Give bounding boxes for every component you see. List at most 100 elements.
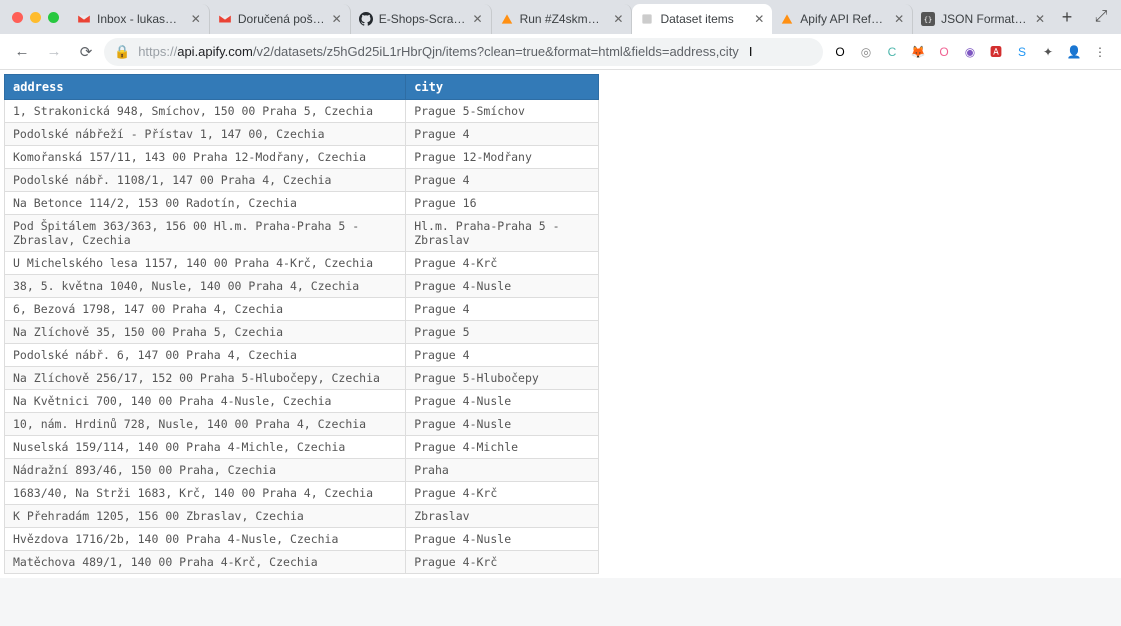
url-text: https://api.apify.com/v2/datasets/z5hGd2… [138,44,739,59]
table-cell: Na Zlíchově 256/17, 152 00 Praha 5-Hlubo… [5,367,406,390]
table-cell: 38, 5. května 1040, Nusle, 140 00 Praha … [5,275,406,298]
browser-tab[interactable]: Dataset items ✕ [632,4,772,34]
tabs-container: Inbox - lukas@ap✕Doručená pošta -✕E-Shop… [69,0,1053,34]
table-cell: U Michelského lesa 1157, 140 00 Praha 4-… [5,252,406,275]
table-row: 38, 5. května 1040, Nusle, 140 00 Praha … [5,275,599,298]
tab-title: Doručená pošta - [238,12,326,26]
tab-favicon: {} [921,12,935,26]
table-row: Pod Špitálem 363/363, 156 00 Hl.m. Praha… [5,215,599,252]
expand-window-button[interactable]: ⤢ [1081,8,1121,26]
minimize-window-button[interactable] [30,12,41,23]
table-cell: 1, Strakonická 948, Smíchov, 150 00 Prah… [5,100,406,123]
tab-close-button[interactable]: ✕ [1035,12,1045,26]
table-cell: Prague 4-Nusle [406,528,599,551]
tab-favicon [640,12,654,26]
close-window-button[interactable] [12,12,23,23]
extension-icon[interactable]: ✦ [1039,43,1057,61]
extension-icon[interactable]: C [883,43,901,61]
tab-favicon [218,12,232,26]
table-cell: Prague 4-Nusle [406,390,599,413]
browser-tab[interactable]: Apify API Referen ✕ [772,4,913,34]
table-cell: Prague 4-Krč [406,551,599,574]
tab-title: Run #Z4skmWAS [520,12,608,26]
address-bar[interactable]: 🔒 https://api.apify.com/v2/datasets/z5hG… [104,38,823,66]
table-row: Na Betonce 114/2, 153 00 Radotín, Czechi… [5,192,599,215]
extension-icon[interactable]: O [935,43,953,61]
table-cell: Podolské nábř. 6, 147 00 Praha 4, Czechi… [5,344,406,367]
table-row: 6, Bezová 1798, 147 00 Praha 4, CzechiaP… [5,298,599,321]
table-row: U Michelského lesa 1157, 140 00 Praha 4-… [5,252,599,275]
table-row: Hvězdova 1716/2b, 140 00 Praha 4-Nusle, … [5,528,599,551]
table-cell: Podolské nábř. 1108/1, 147 00 Praha 4, C… [5,169,406,192]
tab-title: Inbox - lukas@ap [97,12,185,26]
table-cell: Prague 16 [406,192,599,215]
table-cell: 6, Bezová 1798, 147 00 Praha 4, Czechia [5,298,406,321]
browser-tab[interactable]: {} JSON Formatter - ✕ [913,4,1053,34]
table-cell: Hl.m. Praha-Praha 5 - Zbraslav [406,215,599,252]
table-cell: Prague 4 [406,298,599,321]
table-cell: 1683/40, Na Strži 1683, Krč, 140 00 Prah… [5,482,406,505]
table-cell: Prague 5-Smíchov [406,100,599,123]
tab-title: JSON Formatter - [941,12,1029,26]
tab-close-button[interactable]: ✕ [894,12,904,26]
table-cell: Prague 5 [406,321,599,344]
tab-title: Dataset items [660,12,748,26]
tab-favicon [77,12,91,26]
toolbar: ← → ⟳ 🔒 https://api.apify.com/v2/dataset… [0,34,1121,70]
page-content: addresscity 1, Strakonická 948, Smíchov,… [0,70,1121,578]
table-row: 1683/40, Na Strži 1683, Krč, 140 00 Prah… [5,482,599,505]
extension-icon[interactable]: 🦊 [909,43,927,61]
table-cell: K Přehradám 1205, 156 00 Zbraslav, Czech… [5,505,406,528]
tab-favicon [359,12,373,26]
table-row: 10, nám. Hrdinů 728, Nusle, 140 00 Praha… [5,413,599,436]
table-cell: Prague 4-Krč [406,252,599,275]
browser-tab[interactable]: Run #Z4skmWAS ✕ [492,4,633,34]
table-cell: Na Zlíchově 35, 150 00 Praha 5, Czechia [5,321,406,344]
table-cell: Zbraslav [406,505,599,528]
lock-icon: 🔒 [114,44,130,60]
table-cell: Prague 4-Nusle [406,413,599,436]
browser-tab[interactable]: Doručená pošta - ✕ [210,4,351,34]
back-button[interactable]: ← [8,38,36,66]
tab-favicon [780,12,794,26]
extension-icon[interactable]: ◎ [857,43,875,61]
extension-icon[interactable]: O [831,43,849,61]
extension-icons: O ◎ C 🦊 O ◉ 🅰 S ✦ 👤 ⋮ [827,43,1113,61]
table-row: Podolské nábř. 6, 147 00 Praha 4, Czechi… [5,344,599,367]
extension-icon[interactable]: ⋮ [1091,43,1109,61]
table-row: 1, Strakonická 948, Smíchov, 150 00 Prah… [5,100,599,123]
dataset-table: addresscity 1, Strakonická 948, Smíchov,… [4,74,599,574]
table-cell: Prague 4 [406,123,599,146]
tab-close-button[interactable]: ✕ [754,12,764,26]
forward-button[interactable]: → [40,38,68,66]
extension-icon[interactable]: 👤 [1065,43,1083,61]
extension-icon[interactable]: ◉ [961,43,979,61]
table-cell: Prague 5-Hlubočepy [406,367,599,390]
table-cell: Prague 4 [406,169,599,192]
svg-text:{}: {} [924,16,932,24]
table-row: Na Květnici 700, 140 00 Praha 4-Nusle, C… [5,390,599,413]
table-row: Podolské nábř. 1108/1, 147 00 Praha 4, C… [5,169,599,192]
tab-title: Apify API Referen [800,12,888,26]
new-tab-button[interactable]: + [1053,3,1081,31]
tab-close-button[interactable]: ✕ [332,12,342,26]
table-row: Nádražní 893/46, 150 00 Praha, CzechiaPr… [5,459,599,482]
reload-button[interactable]: ⟳ [72,38,100,66]
column-header: address [5,75,406,100]
tab-close-button[interactable]: ✕ [473,12,483,26]
tab-close-button[interactable]: ✕ [191,12,201,26]
table-cell: Hvězdova 1716/2b, 140 00 Praha 4-Nusle, … [5,528,406,551]
extension-icon[interactable]: S [1013,43,1031,61]
column-header: city [406,75,599,100]
browser-tab[interactable]: Inbox - lukas@ap ✕ [69,4,210,34]
table-cell: Prague 4 [406,344,599,367]
maximize-window-button[interactable] [48,12,59,23]
table-row: Podolské nábřeží - Přístav 1, 147 00, Cz… [5,123,599,146]
browser-tab[interactable]: E-Shops-Scraper✕ [351,4,492,34]
table-cell: Prague 4-Michle [406,436,599,459]
window-controls [8,12,69,23]
tab-close-button[interactable]: ✕ [613,12,623,26]
browser-chrome: Inbox - lukas@ap✕Doručená pošta -✕E-Shop… [0,0,1121,70]
text-cursor: I [749,44,753,59]
extension-icon[interactable]: 🅰 [987,43,1005,61]
